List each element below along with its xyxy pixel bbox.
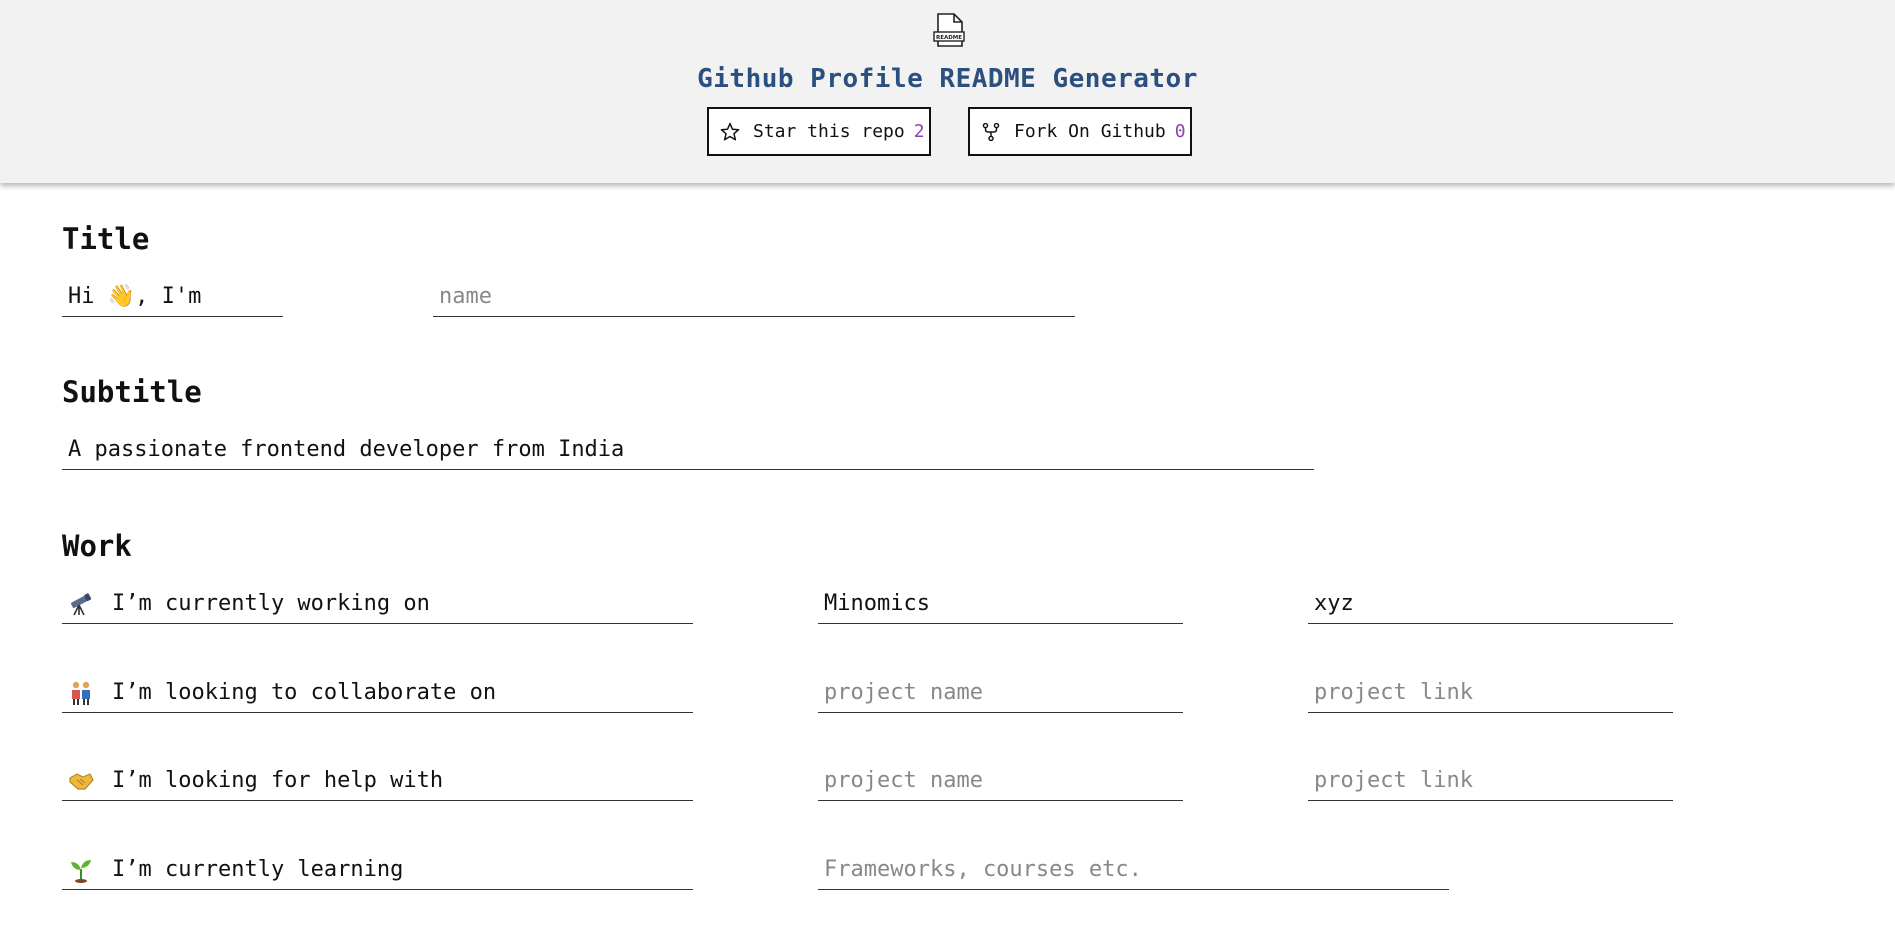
fork-icon: [980, 121, 1002, 143]
star-count: 2: [913, 121, 925, 142]
star-button-label: Star this repo: [753, 121, 905, 142]
readme-file-icon: README: [933, 13, 965, 47]
title-prefix-input[interactable]: [62, 277, 283, 317]
collaborate-on-label: I’m looking to collaborate on: [62, 673, 693, 713]
fork-count: 0: [1174, 121, 1186, 142]
handshake-icon: [68, 768, 94, 794]
help-with-label: I’m looking for help with: [62, 761, 693, 801]
star-icon: [719, 121, 741, 143]
app-header: README Github Profile README Generator S…: [0, 0, 1895, 183]
work-heading: Work: [62, 529, 132, 563]
help-with-text: I’m looking for help with: [112, 768, 444, 793]
star-repo-button[interactable]: Star this repo 2: [707, 107, 931, 156]
collaborate-project-link-input[interactable]: [1308, 673, 1673, 713]
name-input[interactable]: [433, 277, 1075, 317]
working-on-text: I’m currently working on: [112, 591, 430, 616]
logo-text: README: [936, 35, 962, 41]
learning-text: I’m currently learning: [112, 857, 404, 882]
subtitle-input[interactable]: [62, 430, 1314, 470]
telescope-icon: [68, 591, 94, 617]
working-on-project-name-input[interactable]: [818, 584, 1183, 624]
fork-repo-button[interactable]: Fork On Github 0: [968, 107, 1192, 156]
working-on-project-link-input[interactable]: [1308, 584, 1673, 624]
fork-button-label: Fork On Github: [1014, 121, 1166, 142]
learning-label: I’m currently learning: [62, 850, 693, 890]
working-on-label: I’m currently working on: [62, 584, 693, 624]
page-title: Github Profile README Generator: [697, 64, 1198, 94]
collaborate-project-name-input[interactable]: [818, 673, 1183, 713]
people-icon: [68, 680, 94, 706]
seedling-icon: [68, 857, 94, 883]
collaborate-on-text: I’m looking to collaborate on: [112, 680, 497, 705]
help-project-name-input[interactable]: [818, 761, 1183, 801]
title-heading: Title: [62, 222, 150, 256]
help-project-link-input[interactable]: [1308, 761, 1673, 801]
learning-input[interactable]: [818, 850, 1449, 890]
subtitle-heading: Subtitle: [62, 375, 202, 409]
